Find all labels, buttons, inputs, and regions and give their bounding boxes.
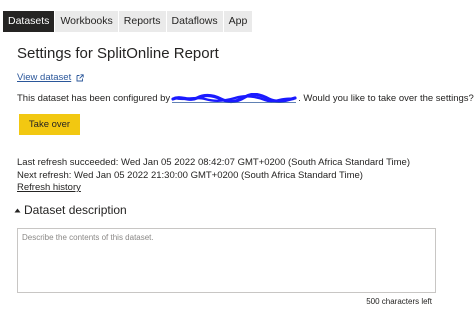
view-dataset-label: View dataset xyxy=(17,72,72,83)
configured-suffix: . Would you like to take over the settin… xyxy=(298,93,474,104)
tab-dataflows[interactable]: Dataflows xyxy=(166,11,223,32)
configured-notice: This dataset has been configured by . Wo… xyxy=(17,93,474,104)
dataset-description-input[interactable] xyxy=(17,228,436,293)
dataset-description-toggle[interactable]: Dataset description xyxy=(14,203,127,217)
external-link-icon xyxy=(76,73,84,81)
characters-left-counter: 500 characters left xyxy=(366,297,432,306)
tab-app[interactable]: App xyxy=(223,11,253,32)
configured-prefix: This dataset has been configured by xyxy=(17,93,171,104)
page-title: Settings for SplitOnline Report xyxy=(17,45,219,62)
refresh-history-link[interactable]: Refresh history xyxy=(17,182,410,195)
dataset-description-title: Dataset description xyxy=(24,203,127,217)
view-dataset-link[interactable]: View dataset xyxy=(17,72,84,83)
tab-reports[interactable]: Reports xyxy=(118,11,166,32)
tab-datasets[interactable]: Datasets xyxy=(3,11,55,32)
refresh-info: Last refresh succeeded: Wed Jan 05 2022 … xyxy=(17,157,410,195)
redacted-owner-scribble xyxy=(171,93,297,104)
next-refresh-text: Next refresh: Wed Jan 05 2022 21:30:00 G… xyxy=(17,169,363,181)
last-refresh-text: Last refresh succeeded: Wed Jan 05 2022 … xyxy=(17,157,410,168)
take-over-button[interactable]: Take over xyxy=(19,114,80,135)
tab-bar: Datasets Workbooks Reports Dataflows App xyxy=(3,11,253,32)
tab-workbooks[interactable]: Workbooks xyxy=(55,11,118,32)
caret-up-icon xyxy=(14,208,21,212)
